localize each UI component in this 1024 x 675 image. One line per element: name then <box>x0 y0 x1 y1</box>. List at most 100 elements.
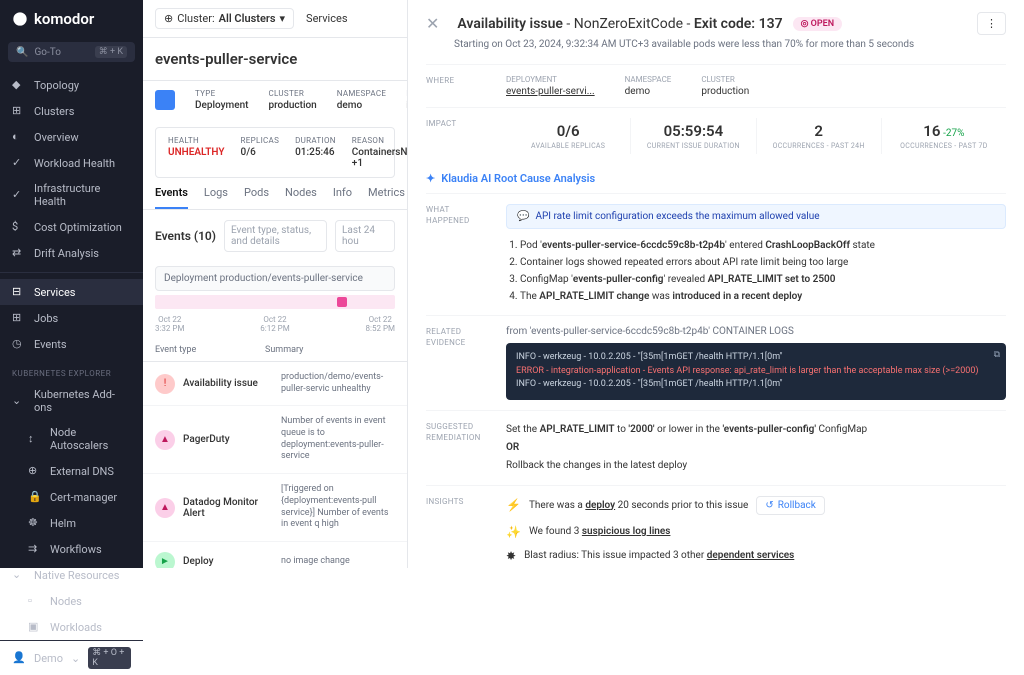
remediation-label: SUGGESTED REMEDIATION <box>426 421 486 475</box>
event-badge-icon: ▲ <box>155 498 175 518</box>
namespace-value: demo <box>337 100 386 111</box>
dns-icon: ⊕ <box>28 464 42 478</box>
infra-icon: ✓ <box>12 188 26 202</box>
event-type: Datadog Monitor Alert <box>183 497 273 519</box>
burst-icon: ✸ <box>506 549 516 563</box>
insights-label: INSIGHTS <box>426 496 486 563</box>
impact-24h: 2 <box>757 122 881 140</box>
log-line: INFO - werkzeug - 10.0.2.205 - "[35m[1mG… <box>516 351 996 365</box>
event-summary: [Triggered on {deployment:events-pull se… <box>281 484 395 531</box>
explorer-header: KUBERNETES EXPLORER <box>0 363 143 382</box>
top-bar: ⊕ Cluster: All Clusters ▾ Services <box>143 0 407 38</box>
helm-icon: ☸ <box>28 516 42 530</box>
service-tabs: Events Logs Pods Nodes Info Metrics <box>143 178 407 210</box>
where-namespace: demo <box>625 86 672 97</box>
nav-native[interactable]: ⌄Native Resources <box>0 562 143 588</box>
health-status: UNHEALTHY <box>168 147 225 158</box>
event-row[interactable]: ► Deploy no image change <box>143 542 407 568</box>
rollback-button[interactable]: ↺ Rollback <box>756 496 824 515</box>
deployment-banner: Deployment production/events-puller-serv… <box>155 266 395 291</box>
timeline[interactable] <box>155 295 395 309</box>
insight-blast: ✸ Blast radius: This issue impacted 3 ot… <box>506 549 1006 563</box>
replicas-value: 0/6 <box>241 147 280 158</box>
event-badge-icon: ► <box>155 552 175 568</box>
nav-nodes[interactable]: ▫Nodes <box>0 588 143 614</box>
wh-list-item: Container logs showed repeated errors ab… <box>520 254 1006 271</box>
account-shortcut: ⌘ + O + K <box>88 647 131 669</box>
sparkle-icon: ✨ <box>506 525 521 539</box>
event-summary: no image change <box>281 556 395 568</box>
timeline-tick: Oct 22 8:52 PM <box>366 315 395 333</box>
col-header-summary: Summary <box>265 345 303 355</box>
topbar-tab[interactable]: Services <box>306 12 347 25</box>
user-icon: 👤 <box>12 651 26 665</box>
nav-services[interactable]: ⊟Services <box>0 279 143 305</box>
tab-info[interactable]: Info <box>333 178 352 209</box>
nav-workflows[interactable]: ⇉Workflows <box>0 536 143 562</box>
tab-nodes[interactable]: Nodes <box>285 178 317 209</box>
nodes-icon: ▫ <box>28 594 42 608</box>
chevron-down-icon: ⌄ <box>71 652 80 665</box>
status-badge: ◎ OPEN <box>793 17 843 31</box>
nav-autoscalers[interactable]: ↕Node Autoscalers <box>0 420 143 458</box>
what-happened-label: WHAT HAPPENED <box>426 204 486 305</box>
nav-certmanager[interactable]: 🔒Cert-manager <box>0 484 143 510</box>
chevron-down-icon: ⌄ <box>12 394 26 408</box>
nav-clusters[interactable]: ⊞Clusters <box>0 98 143 124</box>
duration-value: 01:25:46 <box>295 147 336 158</box>
where-label: WHERE <box>426 75 486 97</box>
cost-icon: $ <box>12 220 26 234</box>
tab-events[interactable]: Events <box>155 178 188 209</box>
close-icon[interactable]: ✕ <box>426 14 439 33</box>
events-title: Events (10) <box>155 229 216 243</box>
nav-infra-health[interactable]: ✓Infrastructure Health <box>0 176 143 214</box>
nav-cost[interactable]: $Cost Optimization <box>0 214 143 240</box>
search-placeholder: Go-To <box>34 47 60 58</box>
nav-topology[interactable]: ◆Topology <box>0 72 143 98</box>
nav-helm[interactable]: ☸Helm <box>0 510 143 536</box>
impact-label: IMPACT <box>426 118 486 154</box>
clusters-icon: ⊞ <box>12 104 26 118</box>
events-filter[interactable]: Event type, status, and details <box>224 220 327 252</box>
event-summary: production/demo/events-puller-servic unh… <box>281 372 395 395</box>
nav-account[interactable]: 👤Demo⌄⌘ + O + K <box>0 640 143 675</box>
search-shortcut: ⌘ + K <box>95 46 127 58</box>
copy-icon[interactable]: ⧉ <box>994 349 1000 363</box>
event-row[interactable]: ▲ Datadog Monitor Alert [Triggered on {dep… <box>143 474 407 542</box>
nav-workload-health[interactable]: ✓Workload Health <box>0 150 143 176</box>
nav-events[interactable]: ◷Events <box>0 331 143 357</box>
timeline-marker <box>337 297 347 307</box>
log-line-error: ERROR - integration-application - Events… <box>516 365 996 379</box>
drift-icon: ⇄ <box>12 246 26 260</box>
cluster-selector[interactable]: ⊕ Cluster: All Clusters ▾ <box>155 8 294 29</box>
tab-logs[interactable]: Logs <box>204 178 228 209</box>
tab-pods[interactable]: Pods <box>244 178 269 209</box>
event-type: PagerDuty <box>183 434 273 445</box>
event-badge-icon: ! <box>155 374 175 394</box>
nav-addons[interactable]: ⌄Kubernetes Add-ons <box>0 382 143 420</box>
event-type: Deploy <box>183 556 273 567</box>
timeline-tick: Oct 22 6:12 PM <box>260 315 289 333</box>
nav-workloads[interactable]: ▣Workloads <box>0 614 143 640</box>
search-icon: 🔍 <box>16 47 28 58</box>
tab-metrics[interactable]: Metrics <box>368 178 405 209</box>
where-deployment[interactable]: events-puller-servi... <box>506 86 595 97</box>
brand-icon <box>12 11 28 27</box>
detail-panel: ✕ Availability issue - NonZeroExitCode -… <box>408 0 1024 568</box>
nav-externaldns[interactable]: ⊕External DNS <box>0 458 143 484</box>
evidence-label: RELATED EVIDENCE <box>426 326 486 400</box>
event-row[interactable]: ▲PagerDutyNumber of events in event queu… <box>143 406 407 474</box>
nav-jobs[interactable]: ⊞Jobs <box>0 305 143 331</box>
events-range[interactable]: Last 24 hou <box>335 220 395 252</box>
event-row[interactable]: !Availability issueproduction/demo/event… <box>143 362 407 406</box>
nav-overview[interactable]: ◐Overview <box>0 124 143 150</box>
more-menu-button[interactable]: ⋮ <box>977 12 1006 35</box>
insight-deploy: ⚡ There was a deploy 20 seconds prior to… <box>506 496 1006 515</box>
nav-drift[interactable]: ⇄Drift Analysis <box>0 240 143 266</box>
search-input[interactable]: 🔍 Go-To ⌘ + K <box>8 42 135 62</box>
message-icon: 💬 <box>517 211 529 222</box>
log-block: ⧉ INFO - werkzeug - 10.0.2.205 - "[35m[1… <box>506 343 1006 400</box>
sidebar: komodor 🔍 Go-To ⌘ + K ◆Topology ⊞Cluster… <box>0 0 143 568</box>
bolt-icon: ⚡ <box>506 498 521 512</box>
brand-logo: komodor <box>0 0 143 38</box>
